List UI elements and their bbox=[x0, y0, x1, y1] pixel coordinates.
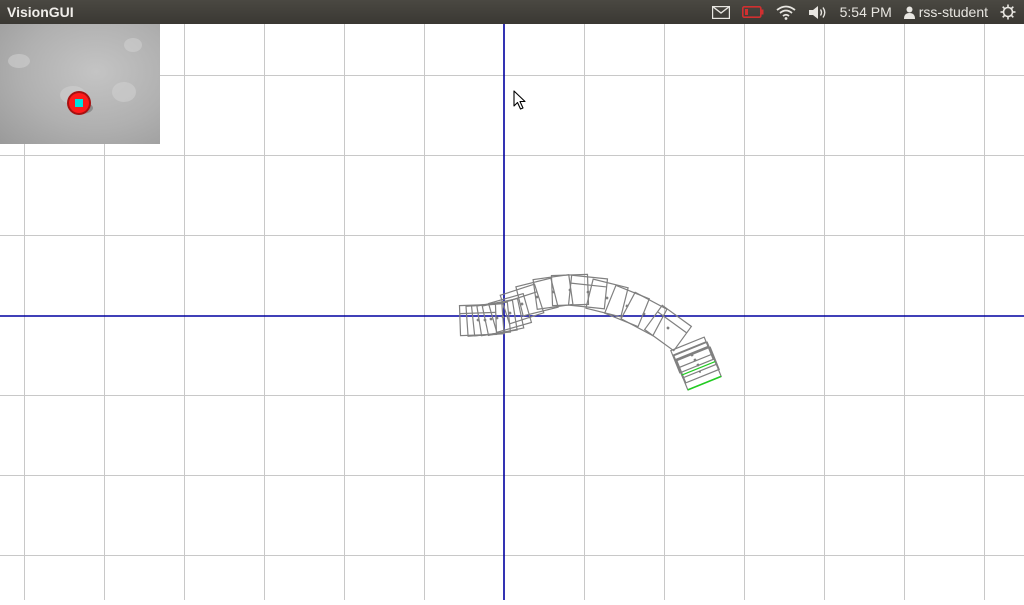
top-panel: VisionGUI 5:54 PM rss-student bbox=[0, 0, 1024, 24]
app-title: VisionGUI bbox=[7, 4, 74, 20]
username: rss-student bbox=[918, 4, 988, 20]
volume-icon[interactable] bbox=[808, 0, 828, 24]
robot-pose bbox=[643, 304, 693, 352]
battery-low-icon[interactable] bbox=[741, 0, 764, 24]
indicator-area: 5:54 PM rss-student bbox=[711, 0, 1024, 24]
clock[interactable]: 5:54 PM bbox=[840, 0, 892, 24]
current-robot-pose bbox=[678, 353, 722, 391]
envelope-icon[interactable] bbox=[711, 0, 730, 24]
user-menu[interactable]: rss-student bbox=[903, 0, 988, 24]
gear-power-icon[interactable] bbox=[1000, 0, 1016, 24]
wifi-icon[interactable] bbox=[776, 0, 796, 24]
user-icon bbox=[903, 6, 915, 19]
blob-detection-overlay bbox=[67, 91, 93, 115]
blob-centroid-marker bbox=[75, 99, 83, 107]
camera-view bbox=[0, 24, 160, 144]
mouse-pointer-icon bbox=[513, 90, 527, 115]
